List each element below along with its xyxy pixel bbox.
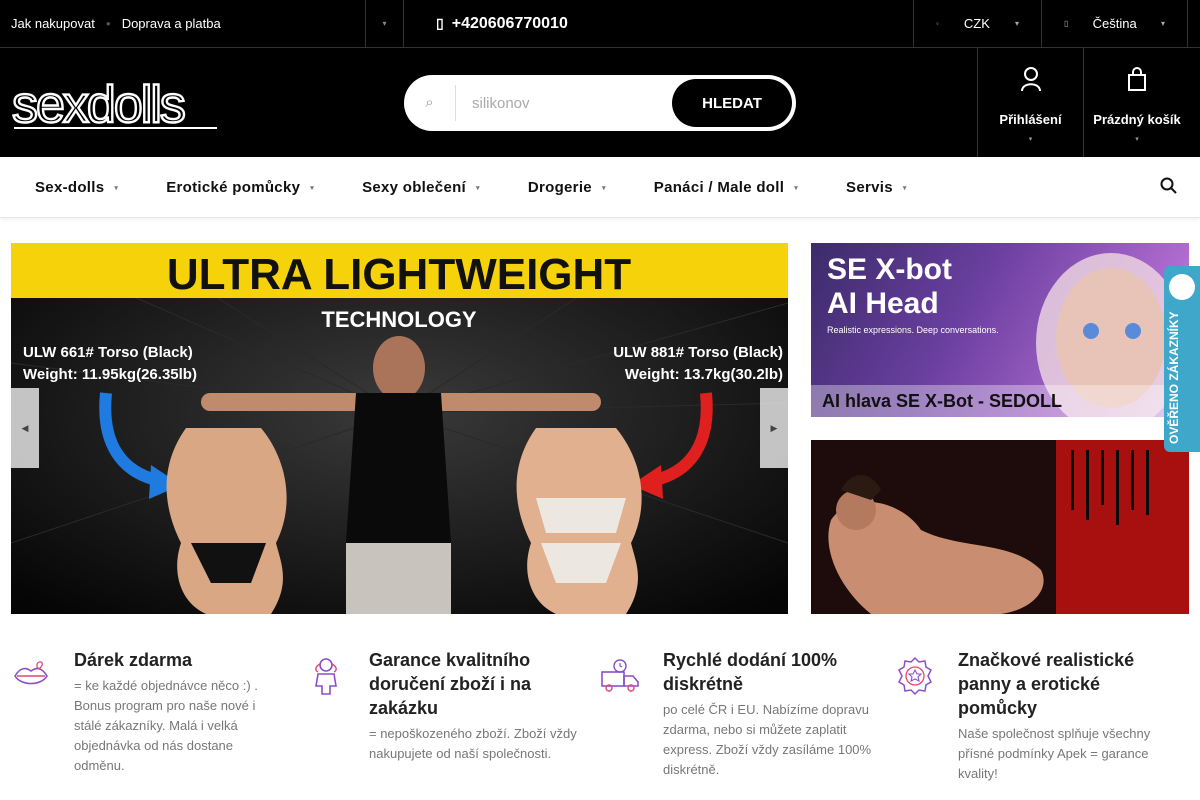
main-navigation: Sex-dolls ▾ Erotické pomůcky ▾ Sexy obleče… [0,157,1200,218]
banner-right-weight: Weight: 13.7kg(30.2lb) [625,366,783,383]
hero-banner-image: ULTRA LIGHTWEIGHT TECHNOLOGY ULW 661# To… [11,243,788,614]
currency-selector[interactable]: ◦ CZK ▾ [914,0,1042,47]
language-selector[interactable]: ▯ Čeština ▾ [1042,0,1188,47]
verified-seal-icon [1169,274,1195,300]
svg-text:SE X-bot: SE X-bot [827,253,952,286]
nav-item-sex-dolls[interactable]: Sex-dolls ▾ [35,179,118,196]
feature-text: Naše společnost splňuje všechny přísné p… [958,726,1151,781]
feature-text: = nepoškozeného zboží. Zboží vždy nakupu… [369,726,577,761]
feature-text: po celé ČR i EU. Nabízíme dopravu zdarma… [663,702,872,777]
chevron-down-icon: ▾ [1014,19,1019,28]
chevron-down-icon: ▾ [310,184,315,192]
feature-title: Garance kvalitního doručení zboží i na z… [369,650,532,718]
nav-item-erotic-aids[interactable]: Erotické pomůcky ▾ [166,179,314,196]
nav-search-icon[interactable] [1160,177,1178,200]
chevron-down-icon: ▾ [601,184,606,192]
phone-number: +420606770010 [451,14,568,32]
banner-right-product: ULW 881# Torso (Black) [613,344,783,361]
side-banner-caption: AI hlava SE X-Bot - SEDOLL [811,385,1189,417]
login-label: Přihlášení [999,112,1062,127]
top-links: Jak nakupovat ● Doprava a platba [0,0,366,47]
currency-label: CZK [963,16,990,31]
side-banner-ai-head[interactable]: SE X-bot AI Head Realistic expressions. … [811,243,1189,417]
chevron-down-icon: ▾ [476,184,480,192]
delivery-truck-icon [600,656,640,696]
link-how-to-buy[interactable]: Jak nakupovat [0,16,106,31]
banner-title: ULTRA LIGHTWEIGHT [167,250,631,299]
slider-prev-button[interactable]: ◀ [11,388,39,468]
svg-text:AI Head: AI Head [827,287,939,320]
search-input[interactable] [456,94,668,112]
banner-left-weight: Weight: 11.95kg(26.35lb) [23,366,197,383]
chevron-down-icon: ▾ [794,184,799,192]
doll-icon [306,656,346,696]
hero-banner-slider[interactable]: ULTRA LIGHTWEIGHT TECHNOLOGY ULW 661# To… [11,243,788,614]
svg-text:sexdolls: sexdolls [12,76,185,130]
chevron-down-icon: ▾ [902,184,907,192]
more-links-toggle[interactable]: ▾ [366,0,404,47]
user-icon [978,66,1083,98]
flag-icon: ▯ [1064,19,1069,28]
logo-wordmark: sexdolls [11,75,217,135]
search-bar: ⌕ HLEDAT [404,75,796,131]
banner-left-product: ULW 661# Torso (Black) [23,344,193,361]
slider-next-button[interactable]: ▶ [760,388,788,468]
coin-icon: ◦ [936,19,939,28]
nav-item-sexy-clothing[interactable]: Sexy oblečení ▾ [362,179,480,196]
cart-icon [1084,66,1190,98]
feature-text: = ke každé objednávce něco :) . Bonus pr… [74,678,258,773]
search-button[interactable]: HLEDAT [672,79,792,127]
banner-subtitle: TECHNOLOGY [321,307,477,332]
nav-item-male-doll[interactable]: Panáci / Male doll ▾ [654,179,798,196]
chevron-down-icon: ▾ [114,184,119,192]
phone-icon: ▯ [436,15,444,31]
cart-label: Prázdný košík [1093,112,1181,127]
nav-item-service[interactable]: Servis ▾ [846,179,907,196]
chevron-down-icon: ▾ [1160,19,1165,28]
site-logo[interactable]: sexdolls [11,75,222,135]
lips-icon [11,656,51,696]
site-header: sexdolls ⌕ HLEDAT Přihlášení ▾ Prázdný k… [0,48,1200,157]
search-icon: ⌕ [404,85,456,121]
chevron-down-icon: ▾ [1135,136,1139,143]
nav-item-drugstore[interactable]: Drogerie ▾ [528,179,606,196]
phone-contact[interactable]: ▯ +420606770010 [404,0,914,47]
side-banner-bdsm[interactable] [811,440,1189,614]
verified-customers-badge[interactable]: OVĚŘENO ZÁKAZNÍKY [1164,266,1200,452]
link-shipping-payment[interactable]: Doprava a platba [111,16,232,31]
bdsm-banner-image [811,440,1189,614]
top-bar: Jak nakupovat ● Doprava a platba ▾ ▯ +42… [0,0,1200,48]
feature-title: Rychlé dodání 100% diskrétně [663,650,838,694]
feature-title: Dárek zdarma [74,650,193,670]
login-button[interactable]: Přihlášení ▾ [977,48,1083,157]
language-label: Čeština [1092,16,1137,31]
chevron-down-icon: ▾ [1028,136,1033,143]
feature-title: Značkové realistické panny a erotické po… [958,650,1135,718]
verified-badge-label: OVĚŘENO ZÁKAZNÍKY [1167,311,1181,445]
cart-button[interactable]: Prázdný košík ▾ [1083,48,1190,157]
svg-text:Realistic expressions. Deep co: Realistic expressions. Deep conversation… [827,325,999,335]
quality-badge-icon [895,656,935,696]
